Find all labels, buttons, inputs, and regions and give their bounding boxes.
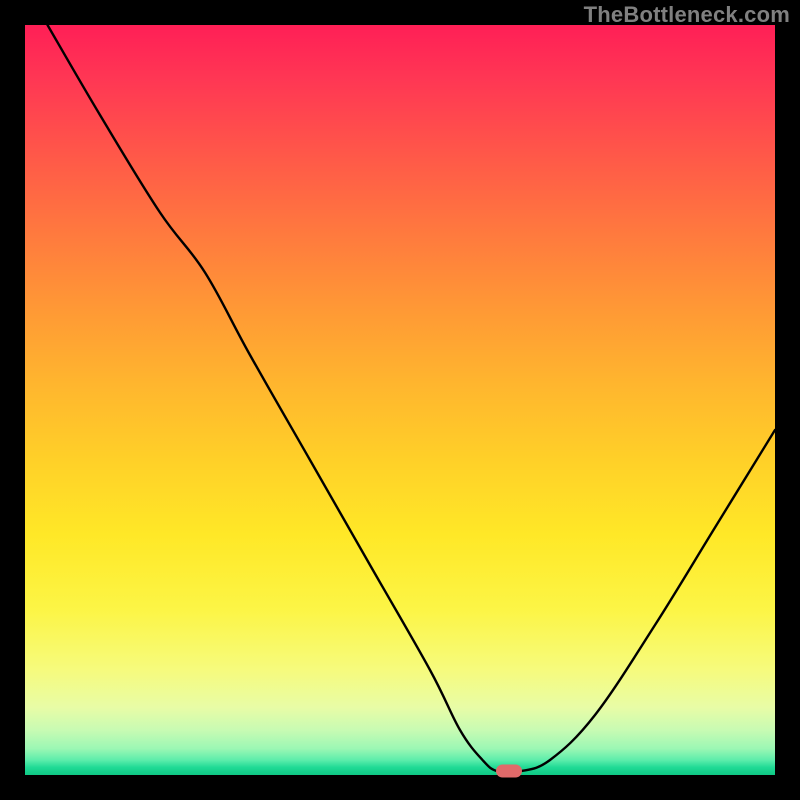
plot-area [25, 25, 775, 775]
optimal-marker [496, 765, 522, 778]
chart-frame: TheBottleneck.com [0, 0, 800, 800]
bottleneck-curve [25, 25, 775, 775]
